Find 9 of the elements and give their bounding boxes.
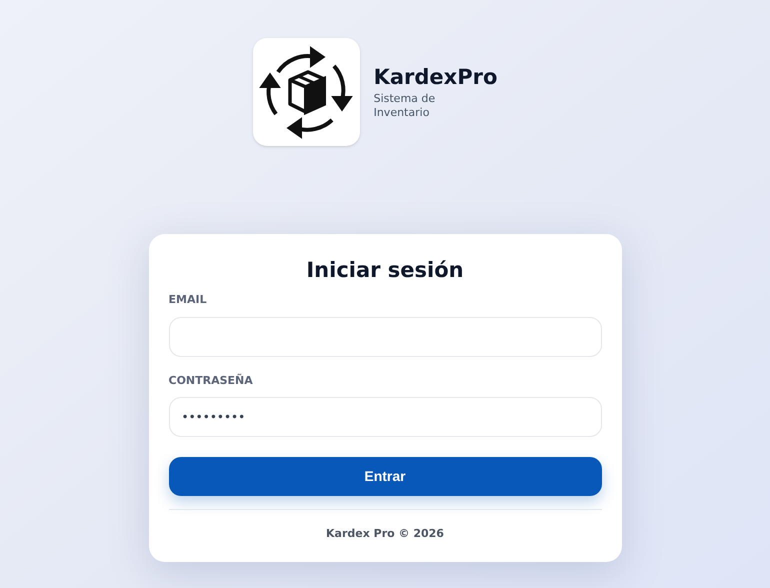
email-field[interactable] [168, 316, 602, 356]
app-subtitle: Sistema de Inventario [374, 92, 436, 120]
submit-button[interactable]: Entrar [168, 457, 602, 496]
login-title: Iniciar sesión [305, 257, 465, 284]
field-label: EMAIL [168, 292, 207, 308]
password-field[interactable]: ••••••••• [168, 397, 602, 437]
footer-text: Kardex Pro © 2026 [326, 526, 444, 542]
app-name: KardexPro [374, 64, 498, 90]
field-label: CONTRASEÑA [168, 372, 253, 388]
